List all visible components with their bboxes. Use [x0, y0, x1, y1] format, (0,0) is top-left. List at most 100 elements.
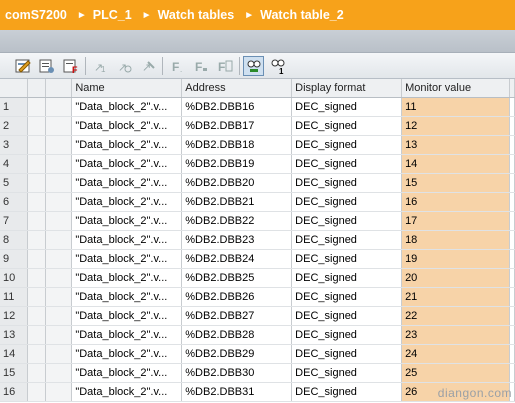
name-cell[interactable]: "Data_block_2".v...	[71, 249, 183, 269]
name-cell[interactable]: "Data_block_2".v...	[71, 192, 183, 212]
monitor-once-icon[interactable]: 1	[267, 56, 288, 76]
name-cell[interactable]: "Data_block_2".v...	[71, 154, 183, 174]
filter-icon[interactable]: F	[60, 56, 81, 76]
display-format-cell[interactable]: DEC_signed	[291, 382, 403, 402]
modify-now-icon[interactable]: ↗ 1	[89, 56, 110, 76]
monitor-value-cell[interactable]: 24	[401, 344, 510, 364]
display-format-cell[interactable]: DEC_signed	[291, 173, 403, 193]
monitor-value-cell[interactable]: 14	[401, 154, 510, 174]
monitor-value-cell[interactable]: 16	[401, 192, 510, 212]
monitor-value-cell[interactable]: 12	[401, 116, 510, 136]
address-cell[interactable]: %DB2.DBB31	[181, 382, 293, 402]
table-row[interactable]: 10 "Data_block_2".v... %DB2.DBB25 DEC_signe…	[0, 268, 515, 288]
table-row[interactable]: 11 "Data_block_2".v... %DB2.DBB26 DEC_signe…	[0, 287, 515, 307]
address-cell[interactable]: %DB2.DBB28	[181, 325, 293, 345]
monitor-value-cell[interactable]: 18	[401, 230, 510, 250]
insert-row-icon[interactable]	[12, 56, 33, 76]
breadcrumb-watch-table[interactable]: Watch table_2	[254, 8, 344, 22]
display-format-cell[interactable]: DEC_signed	[291, 192, 403, 212]
address-cell[interactable]: %DB2.DBB21	[181, 192, 293, 212]
modify-disable-icon[interactable]: ↗	[137, 56, 158, 76]
name-cell[interactable]: "Data_block_2".v...	[71, 116, 183, 136]
monitor-value-cell[interactable]: 15	[401, 173, 510, 193]
address-cell[interactable]: %DB2.DBB30	[181, 363, 293, 383]
monitor-value-cell[interactable]: 21	[401, 287, 510, 307]
monitor-value-cell[interactable]: 25	[401, 363, 510, 383]
monitor-all-icon[interactable]	[243, 55, 264, 76]
row-icon-cell	[45, 154, 73, 174]
name-cell[interactable]: "Data_block_2".v...	[71, 97, 183, 117]
table-row[interactable]: 7 "Data_block_2".v... %DB2.DBB22 DEC_signed…	[0, 211, 515, 231]
address-cell[interactable]: %DB2.DBB17	[181, 116, 293, 136]
address-cell[interactable]: %DB2.DBB18	[181, 135, 293, 155]
monitor-value-cell[interactable]: 17	[401, 211, 510, 231]
monitor-table-icon[interactable]	[36, 56, 57, 76]
name-cell[interactable]: "Data_block_2".v...	[71, 268, 183, 288]
display-format-cell[interactable]: DEC_signed	[291, 249, 403, 269]
display-format-cell[interactable]: DEC_signed	[291, 325, 403, 345]
display-format-cell[interactable]: DEC_signed	[291, 344, 403, 364]
table-row[interactable]: 2 "Data_block_2".v... %DB2.DBB17 DEC_signed…	[0, 116, 515, 136]
monitor-value-cell[interactable]: 22	[401, 306, 510, 326]
table-row[interactable]: 1 "Data_block_2".v... %DB2.DBB16 DEC_signed…	[0, 97, 515, 117]
display-format-cell[interactable]: DEC_signed	[291, 135, 403, 155]
filler-cell	[509, 306, 515, 326]
table-row[interactable]: 14 "Data_block_2".v... %DB2.DBB29 DEC_signe…	[0, 344, 515, 364]
name-cell[interactable]: "Data_block_2".v...	[71, 306, 183, 326]
column-header-monitor-value[interactable]: Monitor value	[401, 79, 510, 98]
table-row[interactable]: 9 "Data_block_2".v... %DB2.DBB24 DEC_signed…	[0, 249, 515, 269]
monitor-value-cell[interactable]: 11	[401, 97, 510, 117]
table-row[interactable]: 15 "Data_block_2".v... %DB2.DBB30 DEC_signe…	[0, 363, 515, 383]
address-cell[interactable]: %DB2.DBB19	[181, 154, 293, 174]
display-format-cell[interactable]: DEC_signed	[291, 363, 403, 383]
name-cell[interactable]: "Data_block_2".v...	[71, 325, 183, 345]
display-format-cell[interactable]: DEC_signed	[291, 287, 403, 307]
row-icon-cell	[27, 173, 47, 193]
table-row[interactable]: 6 "Data_block_2".v... %DB2.DBB21 DEC_signed…	[0, 192, 515, 212]
name-cell[interactable]: "Data_block_2".v...	[71, 211, 183, 231]
column-header-name[interactable]: Name	[71, 79, 183, 98]
name-cell[interactable]: "Data_block_2".v...	[71, 363, 183, 383]
column-header-address[interactable]: Address	[181, 79, 293, 98]
table-row[interactable]: 3 "Data_block_2".v... %DB2.DBB18 DEC_signed…	[0, 135, 515, 155]
name-cell[interactable]: "Data_block_2".v...	[71, 382, 183, 402]
display-format-cell[interactable]: DEC_signed	[291, 211, 403, 231]
monitor-value-cell[interactable]: 19	[401, 249, 510, 269]
table-row[interactable]: 12 "Data_block_2".v... %DB2.DBB27 DEC_signe…	[0, 306, 515, 326]
display-format-cell[interactable]: DEC_signed	[291, 268, 403, 288]
name-cell[interactable]: "Data_block_2".v...	[71, 287, 183, 307]
monitor-value-cell[interactable]: 13	[401, 135, 510, 155]
address-cell[interactable]: %DB2.DBB25	[181, 268, 293, 288]
monitor-value-cell[interactable]: 23	[401, 325, 510, 345]
table-row[interactable]: 13 "Data_block_2".v... %DB2.DBB28 DEC_signe…	[0, 325, 515, 345]
address-cell[interactable]: %DB2.DBB22	[181, 211, 293, 231]
column-header-display-format[interactable]: Display format	[291, 79, 403, 98]
display-format-cell[interactable]: DEC_signed	[291, 154, 403, 174]
table-row[interactable]: 4 "Data_block_2".v... %DB2.DBB19 DEC_signed…	[0, 154, 515, 174]
modify-trigger-icon[interactable]: ↗	[113, 56, 134, 76]
name-cell[interactable]: "Data_block_2".v...	[71, 135, 183, 155]
display-format-cell[interactable]: DEC_signed	[291, 230, 403, 250]
address-cell[interactable]: %DB2.DBB23	[181, 230, 293, 250]
display-format-cell[interactable]: DEC_signed	[291, 97, 403, 117]
table-row[interactable]: 5 "Data_block_2".v... %DB2.DBB20 DEC_signed…	[0, 173, 515, 193]
breadcrumb-project[interactable]: comS7200	[0, 8, 67, 22]
force-one-icon[interactable]: F	[190, 56, 211, 76]
breadcrumb-watch-tables[interactable]: Watch tables	[152, 8, 235, 22]
address-cell[interactable]: %DB2.DBB20	[181, 173, 293, 193]
table-row[interactable]: 8 "Data_block_2".v... %DB2.DBB23 DEC_signed…	[0, 230, 515, 250]
display-format-cell[interactable]: DEC_signed	[291, 116, 403, 136]
address-cell[interactable]: %DB2.DBB26	[181, 287, 293, 307]
name-cell[interactable]: "Data_block_2".v...	[71, 173, 183, 193]
force-all-icon[interactable]: F	[214, 56, 235, 76]
force-icon[interactable]: F.	[166, 56, 187, 76]
address-cell[interactable]: %DB2.DBB16	[181, 97, 293, 117]
address-cell[interactable]: %DB2.DBB24	[181, 249, 293, 269]
name-cell[interactable]: "Data_block_2".v...	[71, 230, 183, 250]
display-format-cell[interactable]: DEC_signed	[291, 306, 403, 326]
address-cell[interactable]: %DB2.DBB29	[181, 344, 293, 364]
monitor-value-cell[interactable]: 20	[401, 268, 510, 288]
name-cell[interactable]: "Data_block_2".v...	[71, 344, 183, 364]
breadcrumb-plc[interactable]: PLC_1	[87, 8, 132, 22]
address-cell[interactable]: %DB2.DBB27	[181, 306, 293, 326]
